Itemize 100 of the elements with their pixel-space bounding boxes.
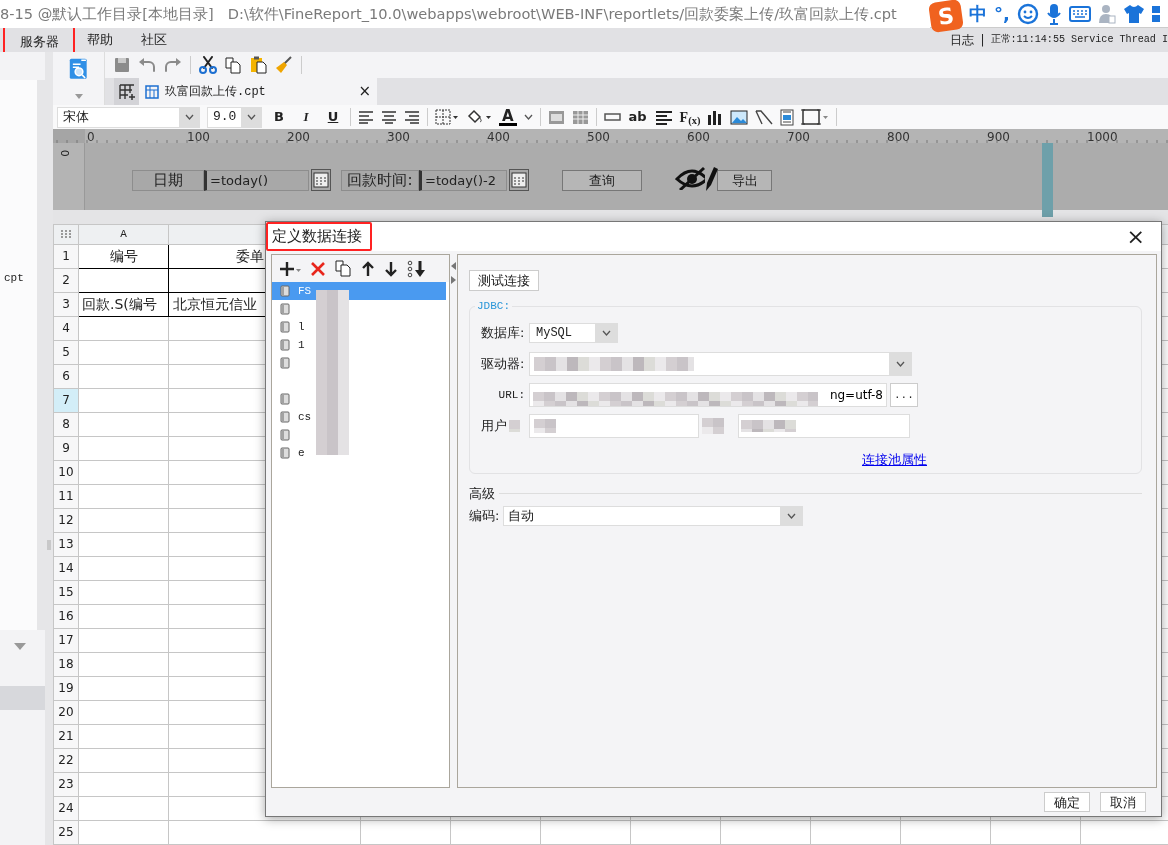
- test-connection-button[interactable]: 测试连接: [469, 270, 539, 291]
- row-header[interactable]: 25: [53, 820, 79, 845]
- query-button[interactable]: 查询: [562, 169, 642, 191]
- row-header[interactable]: 7: [53, 388, 79, 413]
- formula-button[interactable]: F$_{(x)}$: [679, 106, 701, 128]
- calendar-icon[interactable]: [311, 169, 331, 192]
- row-header[interactable]: 16: [53, 604, 79, 629]
- column-header[interactable]: A: [78, 224, 169, 245]
- row-header[interactable]: 1: [53, 244, 79, 269]
- smiley-icon[interactable]: [1016, 2, 1039, 25]
- bar-chart-icon[interactable]: [707, 109, 724, 126]
- sort-icon[interactable]: [407, 259, 427, 278]
- underline-button[interactable]: U: [323, 107, 343, 127]
- align-right-icon[interactable]: [404, 110, 420, 125]
- ok-button[interactable]: 确定: [1044, 792, 1090, 812]
- font-color-button[interactable]: A: [499, 108, 517, 126]
- database-select[interactable]: MySQL: [529, 323, 618, 343]
- row-header[interactable]: 2: [53, 268, 79, 293]
- caret-icon[interactable]: [246, 114, 256, 121]
- text-field-icon[interactable]: [603, 112, 621, 123]
- paint-bucket-icon[interactable]: [466, 109, 492, 126]
- image-icon[interactable]: [730, 109, 749, 125]
- row-header[interactable]: 24: [53, 796, 79, 821]
- menu-item[interactable]: 服务器: [5, 28, 73, 52]
- arrow-up-icon[interactable]: [361, 260, 375, 277]
- paste-icon[interactable]: [250, 56, 267, 74]
- document-tab[interactable]: 玖富回款上传.cpt ×: [139, 78, 377, 105]
- collapse-caret-icon[interactable]: [14, 643, 26, 650]
- border-icon[interactable]: [435, 109, 459, 126]
- new-sheet-button[interactable]: [114, 78, 139, 105]
- align-center-icon[interactable]: [381, 110, 397, 125]
- apps-icon[interactable]: [1151, 3, 1160, 24]
- row-header[interactable]: 10: [53, 460, 79, 485]
- copy-icon[interactable]: [335, 260, 352, 277]
- row-header[interactable]: 20: [53, 700, 79, 725]
- menu-item[interactable]: 社区: [127, 28, 181, 52]
- diagonal-line-icon[interactable]: [755, 109, 774, 126]
- undo-icon[interactable]: [138, 57, 156, 73]
- caret-icon[interactable]: [601, 330, 611, 336]
- username-field[interactable]: [529, 414, 699, 438]
- sub-report-icon[interactable]: [780, 108, 795, 126]
- connection-item[interactable]: e: [272, 444, 446, 462]
- calendar-icon[interactable]: [509, 169, 529, 192]
- connection-item[interactable]: 1: [272, 336, 446, 354]
- row-header[interactable]: 19: [53, 676, 79, 701]
- add-icon[interactable]: [279, 260, 301, 277]
- date-field[interactable]: =today(): [204, 169, 309, 191]
- font-select[interactable]: 宋体: [57, 106, 200, 128]
- bold-button[interactable]: B: [269, 107, 289, 127]
- text-tool-button[interactable]: ab: [627, 107, 648, 127]
- connection-item[interactable]: cs: [272, 408, 446, 426]
- cancel-button[interactable]: 取消: [1100, 792, 1146, 812]
- password-field[interactable]: [738, 414, 910, 438]
- arrow-down-icon[interactable]: [384, 260, 398, 277]
- row-header[interactable]: 15: [53, 580, 79, 605]
- grid-icon[interactable]: [571, 109, 589, 125]
- broom-icon[interactable]: [275, 56, 293, 74]
- paragraph-icon[interactable]: [654, 109, 673, 125]
- browse-button[interactable]: ...: [890, 383, 918, 407]
- caret-icon[interactable]: [523, 114, 533, 121]
- merge-cells-icon[interactable]: [547, 109, 565, 125]
- row-header[interactable]: 3: [53, 292, 79, 317]
- row-header[interactable]: 11: [53, 484, 79, 509]
- log-link[interactable]: 日志: [950, 31, 975, 49]
- row-header[interactable]: 14: [53, 556, 79, 581]
- export-button[interactable]: 导出: [717, 169, 772, 191]
- row-header[interactable]: 5: [53, 340, 79, 365]
- scissors-icon[interactable]: [199, 56, 217, 74]
- encoding-select[interactable]: 自动: [503, 505, 803, 526]
- dropdown-caret-icon[interactable]: [74, 93, 83, 99]
- menu-item[interactable]: 帮助: [73, 28, 127, 52]
- microphone-icon[interactable]: [1045, 2, 1062, 25]
- punctuation-toggle[interactable]: °,: [994, 0, 1010, 27]
- caret-icon[interactable]: [184, 114, 194, 121]
- row-header[interactable]: 23: [53, 772, 79, 797]
- caret-icon[interactable]: [786, 512, 796, 519]
- copy-icon[interactable]: [225, 56, 242, 74]
- italic-button[interactable]: I: [296, 107, 316, 127]
- connection-item[interactable]: l: [272, 318, 446, 336]
- redo-icon[interactable]: [164, 57, 182, 73]
- align-left-icon[interactable]: [358, 110, 374, 125]
- delete-icon[interactable]: [310, 260, 326, 277]
- row-header[interactable]: 21: [53, 724, 79, 749]
- frame-icon[interactable]: [801, 108, 830, 127]
- row-header[interactable]: 22: [53, 748, 79, 773]
- row-header[interactable]: 6: [53, 364, 79, 389]
- close-button[interactable]: ×: [358, 80, 371, 103]
- row-header[interactable]: 18: [53, 652, 79, 677]
- row-header[interactable]: 4: [53, 316, 79, 341]
- save-icon[interactable]: [114, 57, 130, 73]
- select-all-icon[interactable]: [60, 229, 72, 240]
- pool-properties-link[interactable]: 连接池属性: [862, 450, 927, 470]
- date-field[interactable]: =today()-2: [419, 169, 507, 191]
- input-mode-toggle[interactable]: 中: [969, 0, 987, 27]
- row-header[interactable]: 13: [53, 532, 79, 557]
- row-header[interactable]: 12: [53, 508, 79, 533]
- keyboard-icon[interactable]: [1068, 5, 1091, 22]
- row-header[interactable]: 17: [53, 628, 79, 653]
- row-header[interactable]: 9: [53, 436, 79, 461]
- font-size-select[interactable]: 9.0: [207, 106, 262, 128]
